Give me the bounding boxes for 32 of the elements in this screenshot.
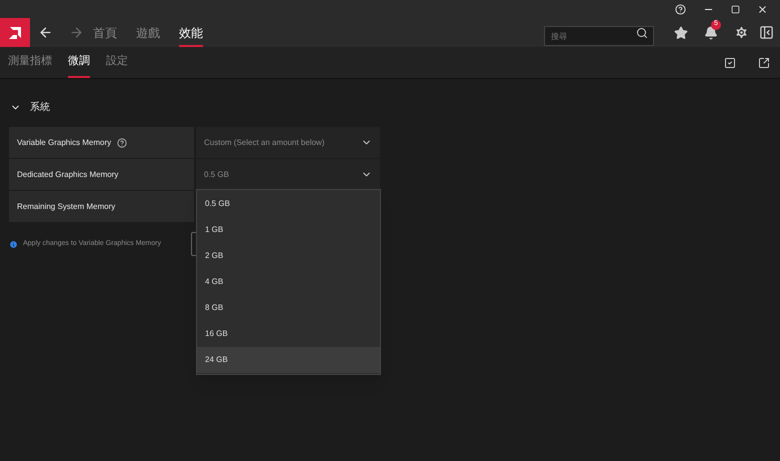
nav-tab[interactable]: 遊戲 [136, 18, 160, 47]
dropdown-option[interactable]: 2 GB [197, 243, 380, 269]
maximize-icon[interactable] [731, 4, 740, 14]
sub-tab[interactable]: 設定 [106, 47, 128, 78]
setting-label: Dedicated Graphics Memory [17, 168, 118, 180]
close-icon[interactable] [757, 4, 768, 14]
help-icon[interactable] [117, 138, 128, 148]
checkbox-icon[interactable] [724, 56, 736, 68]
setting-label: Remaining System Memory [17, 200, 116, 212]
export-icon[interactable] [758, 56, 770, 68]
dropdown-option[interactable]: 8 GB [197, 295, 380, 321]
star-icon[interactable] [674, 26, 688, 40]
nav-tab[interactable]: 首頁 [93, 18, 117, 47]
sub-tab[interactable]: 測量指標 [8, 47, 52, 78]
dropdown-option[interactable]: 4 GB [197, 269, 380, 295]
info-icon [9, 240, 18, 248]
dropdown-option[interactable]: 24 GB [197, 347, 380, 373]
dropdown-field[interactable]: Custom (Select an amount below) [196, 127, 380, 158]
setting-label: Variable Graphics Memory [17, 136, 112, 148]
section-header[interactable]: 系統 [10, 100, 50, 115]
dropdown-option[interactable]: 16 GB [197, 321, 380, 347]
bell-icon[interactable] [704, 26, 718, 40]
dropdown-option[interactable]: 1 GB [197, 217, 380, 243]
dropdown-option[interactable]: 0.5 GB [197, 191, 380, 217]
sub-tab[interactable]: 微調 [68, 47, 90, 78]
back-icon[interactable] [38, 25, 53, 40]
logo-icon [8, 26, 22, 40]
search-icon[interactable] [636, 26, 648, 38]
dropdown-field[interactable]: 0.5 GB [196, 159, 380, 190]
panel-icon[interactable] [759, 25, 774, 40]
settings-icon[interactable] [734, 25, 749, 40]
search-field[interactable]: 搜尋 [544, 26, 654, 46]
